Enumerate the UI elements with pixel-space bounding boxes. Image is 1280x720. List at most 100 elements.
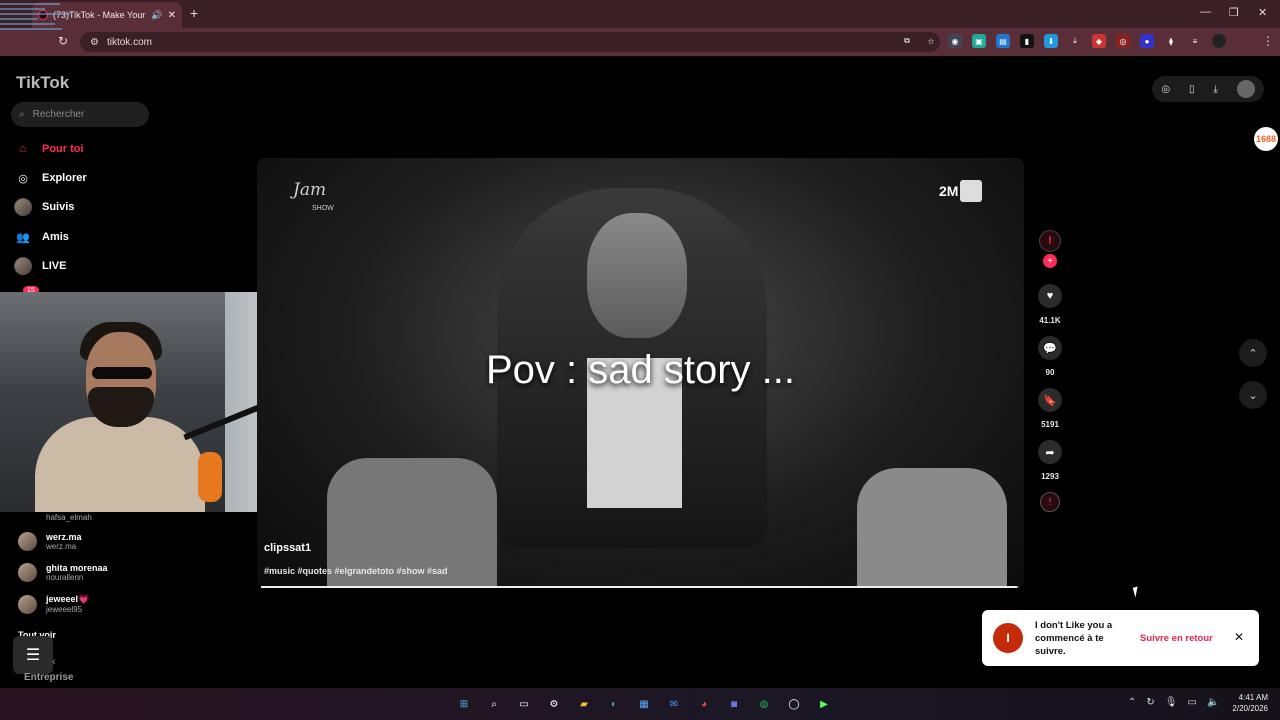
more-menu-icon[interactable]: ⋮ <box>1262 34 1274 48</box>
clock-time: 4:41 AM <box>1238 693 1268 702</box>
settings-icon[interactable]: ⚙ <box>544 694 564 714</box>
next-video-button[interactable]: ⌄ <box>1239 381 1267 409</box>
close-window-icon[interactable]: ✕ <box>1258 6 1267 19</box>
mail-icon[interactable]: ✉ <box>664 694 684 714</box>
toast-message: I don't Like you a commencé à te suivre. <box>1035 620 1113 657</box>
compass-icon: ◎ <box>18 172 28 185</box>
sync-icon[interactable]: ↻ <box>1146 697 1154 708</box>
obs-icon[interactable]: ◯ <box>784 694 804 714</box>
show-logo-sub: SHOW <box>312 205 334 212</box>
clock-date: 2/20/2026 <box>1232 704 1268 713</box>
bookmark-star-icon[interactable]: ☆ <box>924 34 938 48</box>
speaker-icon[interactable]: 🔊 <box>151 10 162 21</box>
download-icon[interactable]: ⤓ <box>1068 34 1082 48</box>
store-icon[interactable]: ▦ <box>634 694 654 714</box>
follow-plus-button[interactable]: + <box>1043 254 1057 268</box>
creator-avatar[interactable]: ! <box>1039 230 1061 252</box>
chevron-down-icon: ⌄ <box>1248 389 1258 402</box>
puzzle-icon[interactable]: ⧫ <box>1164 34 1178 48</box>
comment-count: 90 <box>1045 368 1055 377</box>
video-hashtags[interactable]: #music #quotes #elgrandetoto #show #sad <box>264 566 448 576</box>
nav-amis[interactable]: 👥 Amis <box>14 228 69 246</box>
extension-icon[interactable]: ▣ <box>972 34 986 48</box>
comment-button[interactable]: 💬 <box>1038 336 1062 360</box>
side-extension-badge[interactable]: 1688 <box>1254 127 1278 151</box>
device-icon[interactable]: ▯ <box>1189 84 1195 95</box>
follow-back-button[interactable]: Suivre en retour <box>1140 633 1213 644</box>
top-toolbar: ◎ ▯ ⤓ <box>1152 76 1264 102</box>
menu-button[interactable]: ☰ <box>13 636 53 674</box>
previous-video-button[interactable]: ⌃ <box>1239 339 1267 367</box>
extension-icon[interactable]: ● <box>1140 34 1154 48</box>
avatar <box>18 532 37 551</box>
music-disc-icon[interactable]: ! <box>1040 492 1060 512</box>
extension-icon[interactable]: ◉ <box>948 34 962 48</box>
extension-icon[interactable]: ◎ <box>1116 34 1130 48</box>
share-button[interactable]: ➦ <box>1038 440 1062 464</box>
following-handle: jeweeel95 <box>46 605 83 614</box>
save-count: 5191 <box>1041 420 1059 429</box>
extension-icon[interactable]: ▮ <box>1020 34 1034 48</box>
menu-icon: ☰ <box>25 647 41 664</box>
restore-icon[interactable]: ❐ <box>1229 6 1239 19</box>
channel-logo-mark <box>960 180 983 202</box>
site-info-icon[interactable]: ⚙ <box>90 37 99 48</box>
edge-icon[interactable]: ◐ <box>604 694 624 714</box>
kick-icon[interactable]: ▶ <box>814 694 834 714</box>
profile-icon[interactable] <box>1212 34 1226 48</box>
footer-link[interactable]: Entreprise <box>24 672 73 683</box>
taskbar-clock[interactable]: 4:41 AM 2/20/2026 <box>1226 692 1268 714</box>
nav-live[interactable]: LIVE <box>14 257 66 275</box>
nav-suivis[interactable]: Suivis <box>14 198 74 216</box>
download-app-icon[interactable]: ⤓ <box>1213 84 1217 95</box>
chevron-up-icon: ⌃ <box>1248 347 1258 360</box>
bookmark-icon: 🔖 <box>1043 394 1057 407</box>
volume-icon[interactable]: 🔈 <box>1207 697 1219 708</box>
following-item[interactable]: jeweeel💗 jeweeel95 <box>18 594 89 614</box>
download-extension-icon[interactable]: ⬇ <box>1044 34 1058 48</box>
close-tab-icon[interactable]: ✕ <box>168 10 176 21</box>
following-item[interactable]: hafsa_elmah <box>18 508 92 527</box>
nav-pour-toi[interactable]: ⌂ Pour toi <box>14 140 84 158</box>
search-input[interactable]: ⌕ Rechercher <box>11 102 149 127</box>
new-tab-button[interactable]: + <box>190 5 198 21</box>
save-button[interactable]: 🔖 <box>1038 388 1062 412</box>
extension-icon[interactable]: ▤ <box>996 34 1010 48</box>
microphone-icon[interactable]: 🎙 <box>1165 697 1178 708</box>
spotify-icon[interactable]: ◍ <box>754 694 774 714</box>
nav-explorer[interactable]: ◎ Explorer <box>14 169 87 187</box>
video-progress-bar[interactable] <box>261 586 1019 588</box>
search-icon[interactable]: ⌕ <box>484 694 504 714</box>
discord-icon[interactable]: ◙ <box>724 694 744 714</box>
address-bar[interactable]: ⚙ tiktok.com <box>80 32 940 52</box>
task-view-icon[interactable]: ▭ <box>514 694 534 714</box>
chevron-up-icon[interactable]: ⌃ <box>1128 697 1136 708</box>
tiktok-logo[interactable]: TikTok <box>16 73 69 93</box>
channel-logo-text: 2M <box>939 183 959 199</box>
following-handle: hafsa_elmah <box>46 513 92 522</box>
url-text: tiktok.com <box>106 36 152 48</box>
taskbar-apps: ⊞ ⌕ ▭ ⚙ ▰ ◐ ▦ ✉ ◕ ◙ ◍ ◯ ▶ <box>454 694 834 714</box>
video-player[interactable]: Jam SHOW 2M Pov : sad story ... clipssat… <box>257 158 1024 588</box>
like-button[interactable]: ♥ <box>1038 284 1062 308</box>
file-explorer-icon[interactable]: ▰ <box>574 694 594 714</box>
extension-icon[interactable]: ◆ <box>1092 34 1106 48</box>
chrome-icon[interactable]: ◕ <box>694 694 714 714</box>
following-item[interactable]: werz.ma werz.ma <box>18 532 82 551</box>
home-icon: ⌂ <box>19 143 27 155</box>
following-item[interactable]: ghita morenaa nourallenn <box>18 563 108 582</box>
coin-icon[interactable]: ◎ <box>1161 84 1170 95</box>
media-icon[interactable]: ≡ <box>1188 34 1202 48</box>
nav-label: Explorer <box>42 172 87 184</box>
video-author[interactable]: clipssat1 <box>264 542 311 554</box>
heart-icon: ♥ <box>1046 290 1054 302</box>
cast-icon[interactable]: ⧉ <box>900 34 914 48</box>
nav-label: LIVE <box>42 260 67 272</box>
profile-avatar[interactable] <box>1236 80 1255 98</box>
video-frame <box>587 213 687 338</box>
windows-start-icon[interactable]: ⊞ <box>454 694 474 714</box>
minimize-icon[interactable]: — <box>1200 6 1211 18</box>
collapse-chevron-icon[interactable]: ‹ <box>52 656 56 668</box>
display-icon[interactable]: ▭ <box>1187 697 1196 708</box>
close-icon[interactable]: ✕ <box>1234 630 1244 644</box>
